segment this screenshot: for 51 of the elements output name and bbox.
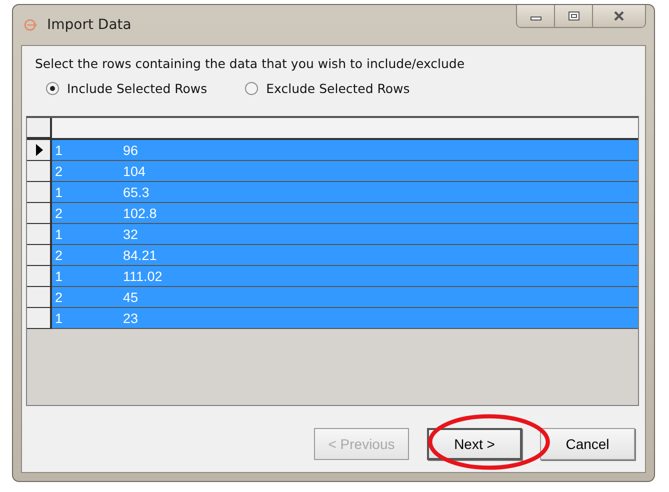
table-cell: 32 bbox=[123, 226, 138, 242]
cancel-button[interactable]: Cancel bbox=[540, 428, 635, 460]
table-cell-text: 1 bbox=[54, 226, 64, 242]
row-header[interactable] bbox=[27, 140, 52, 161]
row-header[interactable] bbox=[27, 182, 52, 203]
table-cell-text: 2 bbox=[54, 164, 64, 178]
close-button[interactable] bbox=[593, 5, 645, 27]
radio-option[interactable]: Include Selected Rows bbox=[46, 81, 208, 96]
table-row[interactable]: 2 84.21 bbox=[52, 245, 638, 266]
table-cell: 45 bbox=[123, 290, 138, 304]
app-icon bbox=[23, 17, 39, 33]
table-row[interactable]: 1 111.02 bbox=[52, 266, 638, 287]
table-cell-text: 1 bbox=[54, 268, 64, 284]
table-cell: 104 bbox=[123, 164, 146, 178]
maximize-button[interactable] bbox=[555, 5, 593, 27]
table-cell: 96 bbox=[123, 142, 138, 158]
table-cell-text: 1 bbox=[54, 142, 64, 158]
next-button[interactable]: Next > bbox=[427, 428, 522, 460]
table-cell-text: 1 bbox=[54, 184, 64, 200]
window-title: Import Data bbox=[47, 17, 132, 33]
table-cell: 84.21 bbox=[123, 248, 157, 262]
close-icon bbox=[612, 11, 626, 21]
table-cell: 102.8 bbox=[123, 206, 157, 220]
row-header[interactable] bbox=[27, 161, 52, 182]
row-header[interactable] bbox=[27, 245, 52, 266]
table-row[interactable]: 1 32 bbox=[52, 224, 638, 245]
table-cell-text: 1 bbox=[54, 310, 64, 326]
radio-option[interactable]: Exclude Selected Rows bbox=[245, 81, 410, 96]
minimize-button[interactable] bbox=[517, 5, 555, 27]
table-row[interactable]: 2 102.8 bbox=[52, 203, 638, 224]
table-cell-text: 2 bbox=[54, 290, 64, 304]
row-header[interactable] bbox=[27, 266, 52, 287]
table-cell-text: 2 bbox=[54, 248, 64, 262]
maximize-icon bbox=[566, 11, 580, 21]
radio-button[interactable] bbox=[46, 82, 59, 95]
current-row-icon bbox=[35, 144, 43, 156]
instruction-text: Select the rows containing the data that you wish to include/exclude bbox=[35, 56, 466, 71]
table-cell: 65.3 bbox=[123, 184, 150, 200]
table-row[interactable]: 1 23 bbox=[52, 308, 638, 329]
table-row[interactable]: 2 104 bbox=[52, 161, 638, 182]
table-cell-text: 2 bbox=[54, 206, 64, 220]
table-cell: 111.02 bbox=[123, 268, 162, 284]
radio-button[interactable] bbox=[245, 82, 258, 95]
row-header[interactable] bbox=[27, 287, 52, 308]
row-header[interactable] bbox=[27, 308, 52, 329]
table-row[interactable]: 1 65.3 bbox=[52, 182, 638, 203]
table-row[interactable]: 2 45 bbox=[52, 287, 638, 308]
row-header[interactable] bbox=[27, 224, 52, 245]
row-header[interactable] bbox=[27, 203, 52, 224]
table-cell: 23 bbox=[123, 310, 138, 326]
table-row[interactable]: 1 96 bbox=[52, 140, 638, 161]
